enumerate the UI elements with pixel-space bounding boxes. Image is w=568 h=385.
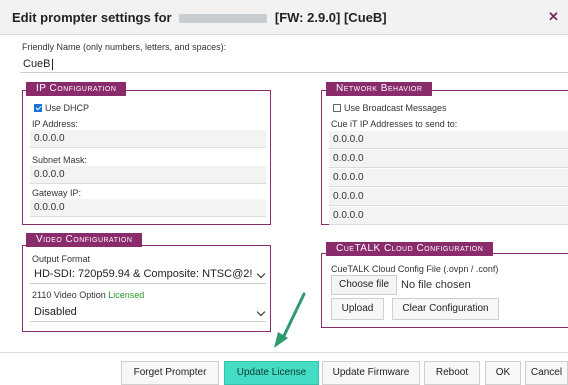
use-dhcp-checkbox[interactable] [34, 104, 42, 112]
redacted-serial [179, 14, 268, 24]
gateway-ip-label: Gateway IP: [32, 188, 82, 198]
ip-address-input[interactable]: 0.0.0.0 [30, 130, 266, 148]
arrow-icon [274, 292, 306, 348]
cuetalk-file-label: CueTALK Cloud Config File (.ovpn / .conf… [331, 264, 499, 274]
use-dhcp-label: Use DHCP [45, 103, 90, 113]
close-icon[interactable]: ✕ [548, 9, 559, 25]
output-format-label: Output Format [32, 254, 91, 264]
send-to-address-5[interactable]: 0.0.0.0 [329, 207, 568, 225]
broadcast-label: Use Broadcast Messages [344, 103, 447, 113]
video-option-value: Disabled [34, 306, 77, 318]
friendly-name-value: CueB [23, 58, 51, 70]
send-to-address-4[interactable]: 0.0.0.0 [329, 188, 568, 206]
gateway-ip-input[interactable]: 0.0.0.0 [30, 199, 266, 217]
dialog-title-suffix: [FW: 2.9.0] [CueB] [274, 10, 387, 25]
video-option-label: 2110 Video Option Licensed [32, 290, 144, 300]
video-option-label-text: 2110 Video Option [32, 290, 106, 300]
chevron-down-icon [256, 269, 266, 279]
reboot-button[interactable]: Reboot [424, 361, 480, 385]
dialog-title-prefix: Edit prompter settings for [12, 10, 172, 25]
update-license-button[interactable]: Update License [224, 361, 319, 385]
video-configuration-title: Video Configuration [26, 233, 143, 247]
upload-button[interactable]: Upload [331, 298, 384, 320]
output-format-value: HD-SDI: 720p59.94 & Composite: NTSC@2! [34, 268, 253, 280]
send-to-address-2[interactable]: 0.0.0.0 [329, 150, 568, 168]
ip-configuration-title: IP Configuration [26, 82, 127, 96]
output-format-select[interactable]: HD-SDI: 720p59.94 & Composite: NTSC@2! [30, 264, 266, 284]
choose-file-button[interactable]: Choose file [331, 275, 397, 295]
cancel-button[interactable]: Cancel [525, 361, 568, 385]
ok-button[interactable]: OK [485, 361, 521, 385]
subnet-mask-label: Subnet Mask: [32, 155, 88, 165]
update-firmware-button[interactable]: Update Firmware [322, 361, 420, 385]
friendly-name-label: Friendly Name (only numbers, letters, an… [22, 42, 227, 52]
subnet-mask-input[interactable]: 0.0.0.0 [30, 166, 266, 184]
dialog-titlebar: Edit prompter settings for [FW: 2.9.0] [… [0, 0, 568, 35]
clear-configuration-button[interactable]: Clear Configuration [392, 298, 499, 320]
friendly-name-input[interactable]: CueB [20, 55, 568, 73]
ip-address-label: IP Address: [32, 119, 78, 129]
no-file-chosen-label: No file chosen [401, 279, 471, 291]
footer-divider [0, 352, 568, 353]
cuetalk-title: CueTALK Cloud Configuration [326, 242, 494, 256]
send-to-address-3[interactable]: 0.0.0.0 [329, 169, 568, 187]
network-behavior-title: Network Behavior [326, 82, 433, 96]
text-caret [51, 58, 53, 70]
video-option-select[interactable]: Disabled [30, 302, 266, 322]
broadcast-checkbox[interactable] [333, 104, 341, 112]
chevron-down-icon [256, 307, 266, 317]
send-to-label: Cue iT IP Addresses to send to: [331, 119, 458, 129]
licensed-badge: Licensed [108, 290, 145, 300]
send-to-address-1[interactable]: 0.0.0.0 [329, 131, 568, 149]
dialog-title: Edit prompter settings for [FW: 2.9.0] [… [12, 10, 387, 25]
forget-prompter-button[interactable]: Forget Prompter [121, 361, 219, 385]
